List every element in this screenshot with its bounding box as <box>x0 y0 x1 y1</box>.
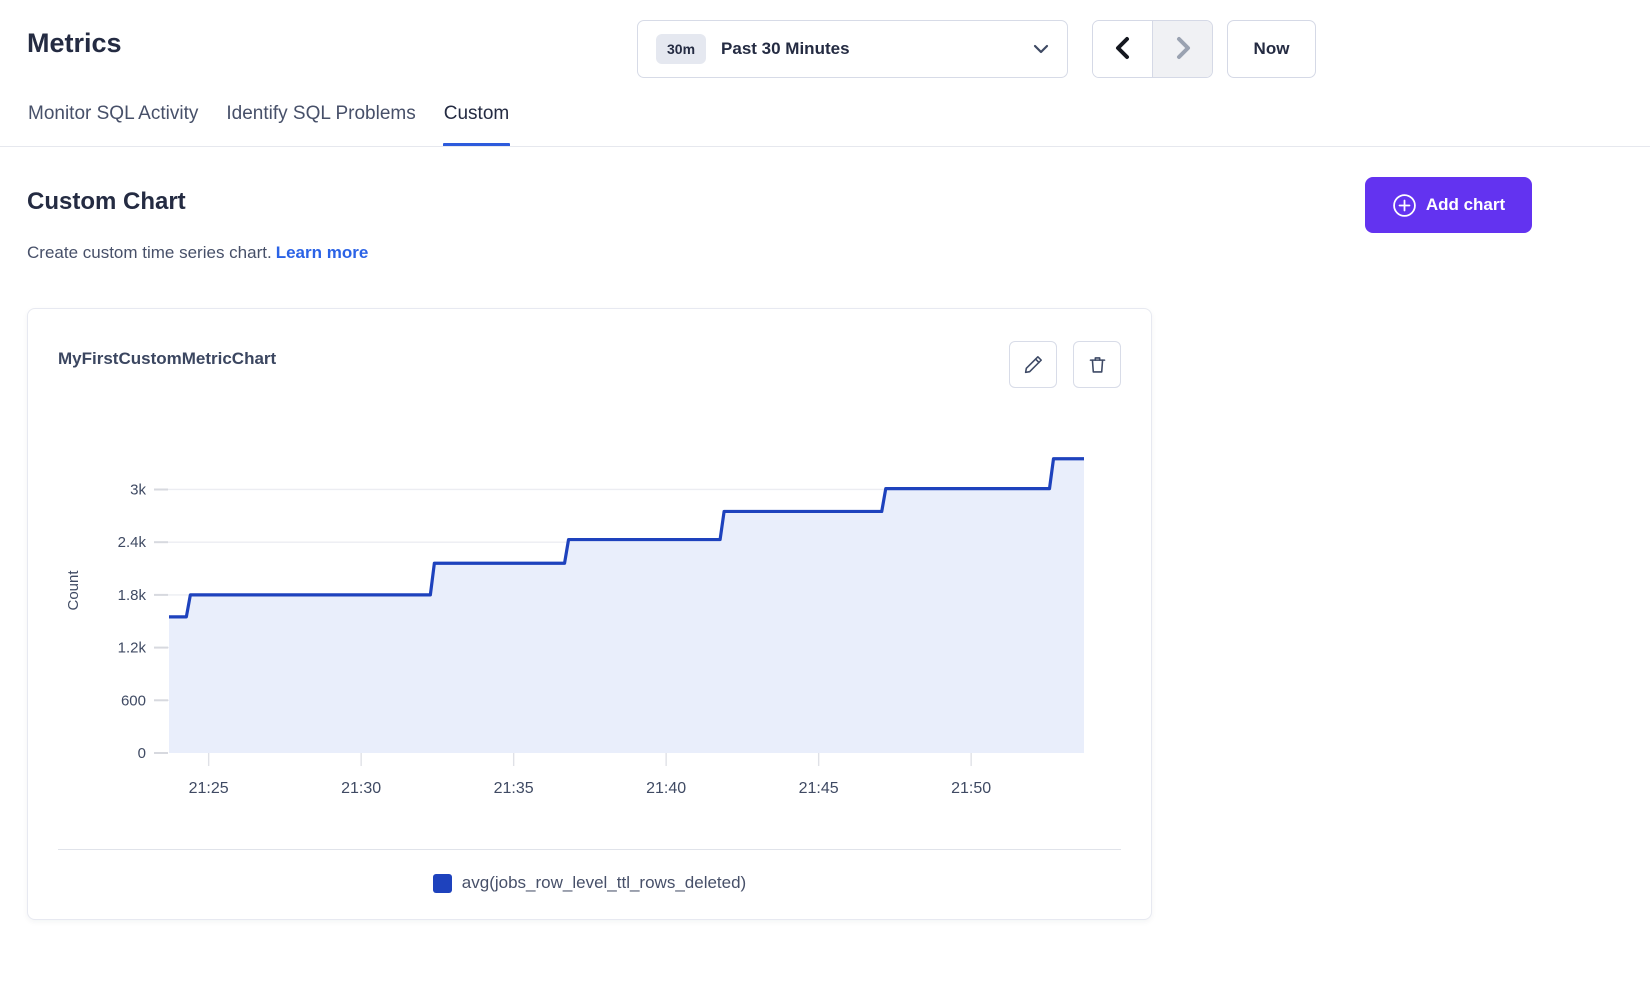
now-button[interactable]: Now <box>1227 20 1316 78</box>
chevron-down-icon <box>1033 44 1049 54</box>
previous-time-window-button[interactable] <box>1093 21 1152 77</box>
tabs-divider <box>0 146 1650 147</box>
next-time-window-button[interactable] <box>1152 21 1212 77</box>
svg-text:0: 0 <box>138 745 146 762</box>
add-chart-label: Add chart <box>1426 195 1505 215</box>
time-range-badge: 30m <box>656 34 706 64</box>
time-range-label: Past 30 Minutes <box>721 39 850 59</box>
metrics-tabs: Monitor SQL Activity Identify SQL Proble… <box>27 103 510 147</box>
legend-label: avg(jobs_row_level_ttl_rows_deleted) <box>462 873 746 893</box>
metrics-page: Metrics 30m Past 30 Minutes Now Monitor … <box>0 0 1650 982</box>
custom-chart-card: MyFirstCustomMetricChart 06001.2k1.8k2.4… <box>27 308 1152 920</box>
page-title: Metrics <box>27 28 122 59</box>
svg-text:21:25: 21:25 <box>189 780 229 797</box>
svg-text:600: 600 <box>121 692 146 709</box>
svg-text:21:35: 21:35 <box>494 780 534 797</box>
svg-text:1.8k: 1.8k <box>118 587 147 604</box>
svg-text:Count: Count <box>65 570 82 611</box>
time-window-arrows <box>1092 20 1213 78</box>
card-divider <box>58 849 1121 850</box>
svg-text:21:45: 21:45 <box>799 780 839 797</box>
svg-text:21:50: 21:50 <box>951 780 991 797</box>
tab-custom[interactable]: Custom <box>443 103 510 147</box>
section-heading: Custom Chart <box>27 188 186 216</box>
time-range-selector[interactable]: 30m Past 30 Minutes <box>637 20 1068 78</box>
section-description: Create custom time series chart.Learn mo… <box>27 243 368 263</box>
tab-monitor-sql-activity[interactable]: Monitor SQL Activity <box>27 103 199 147</box>
custom-chart-canvas[interactable]: 0 600 1.2k 1.8k 2.4k 3k 21:25 21:30 21:35 21:40 21… <box>28 309 1153 829</box>
svg-text:2.4k: 2.4k <box>118 534 147 551</box>
section-description-text: Create custom time series chart. <box>27 243 272 262</box>
chart-legend[interactable]: avg(jobs_row_level_ttl_rows_deleted) <box>28 873 1151 893</box>
svg-text:1.2k: 1.2k <box>118 640 147 657</box>
learn-more-link[interactable]: Learn more <box>276 243 369 262</box>
legend-swatch <box>433 874 452 893</box>
tab-identify-sql-problems[interactable]: Identify SQL Problems <box>225 103 416 147</box>
add-chart-button[interactable]: Add chart <box>1365 177 1532 233</box>
svg-text:21:40: 21:40 <box>646 780 686 797</box>
svg-text:3k: 3k <box>130 481 146 498</box>
plus-circle-icon <box>1392 193 1417 218</box>
chevron-left-icon <box>1112 36 1134 63</box>
svg-text:21:30: 21:30 <box>341 780 381 797</box>
chevron-right-icon <box>1172 36 1194 63</box>
